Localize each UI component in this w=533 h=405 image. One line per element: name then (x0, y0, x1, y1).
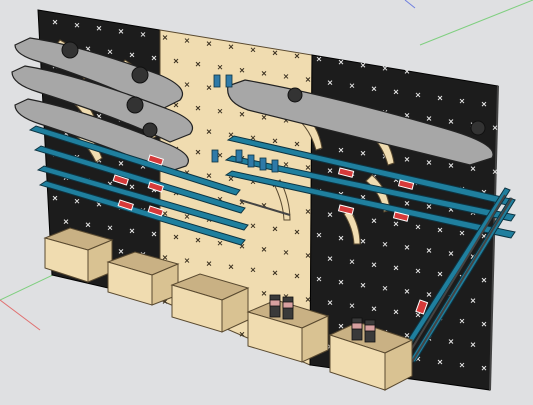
blue-axis-line (404, 0, 416, 9)
scene-canvas (0, 0, 533, 391)
red-axis-line (0, 299, 41, 331)
3d-model-viewport[interactable] (0, 0, 533, 405)
green-axis-line-far (419, 0, 533, 46)
